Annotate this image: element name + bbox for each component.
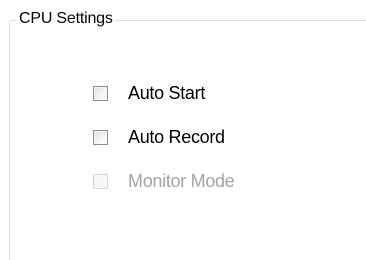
checkbox-box[interactable] [93, 85, 108, 101]
checkbox-box[interactable] [93, 129, 108, 145]
auto-record-checkbox[interactable]: Auto Record [93, 127, 225, 147]
monitor-mode-checkbox: Monitor Mode [93, 171, 235, 191]
checkbox-box [93, 173, 108, 189]
checkbox-label[interactable]: Auto Start [128, 83, 205, 103]
groupbox-title: CPU Settings [17, 9, 115, 29]
checkbox-label[interactable]: Auto Record [128, 127, 225, 147]
auto-start-checkbox[interactable]: Auto Start [93, 83, 205, 103]
checkbox-label: Monitor Mode [128, 171, 235, 191]
